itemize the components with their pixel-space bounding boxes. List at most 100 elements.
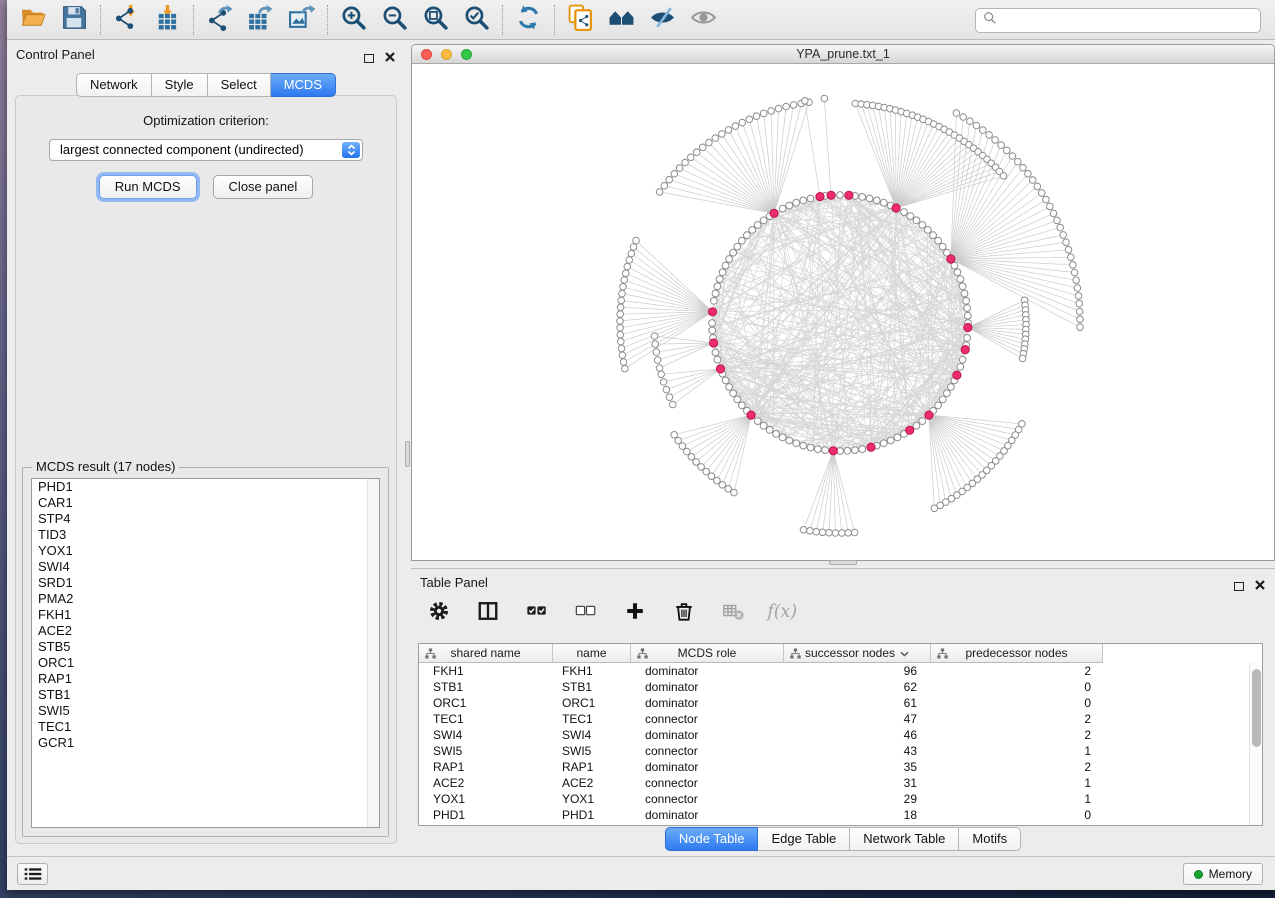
table-row[interactable]: SWI4SWI4dominator462: [419, 727, 1262, 743]
tab-style[interactable]: Style: [152, 73, 208, 97]
list-scrollbar[interactable]: [367, 479, 379, 827]
table-cell[interactable]: STB1: [419, 679, 553, 695]
table-row[interactable]: RAP1RAP1dominator352: [419, 759, 1262, 775]
clone-network-button[interactable]: [560, 3, 601, 37]
table-cell[interactable]: ACE2: [419, 775, 553, 791]
table-cell[interactable]: 46: [784, 727, 931, 743]
table-cell[interactable]: TEC1: [553, 711, 631, 727]
mcds-result-item[interactable]: STP4: [32, 511, 379, 527]
table-cell[interactable]: dominator: [631, 759, 784, 775]
tab-edge-table[interactable]: Edge Table: [758, 827, 850, 851]
table-cell[interactable]: connector: [631, 775, 784, 791]
settings-button[interactable]: [427, 601, 451, 625]
mcds-result-item[interactable]: PHD1: [32, 479, 379, 495]
network-window-titlebar[interactable]: YPA_prune.txt_1: [412, 45, 1274, 64]
deselect-all-button[interactable]: [574, 601, 598, 625]
table-cell[interactable]: YOX1: [553, 791, 631, 807]
open-folder-button[interactable]: [13, 3, 54, 37]
column-header-name[interactable]: name: [553, 644, 631, 663]
mcds-result-item[interactable]: YOX1: [32, 543, 379, 559]
table-cell[interactable]: 1: [931, 743, 1103, 759]
hide-graphics-details-button[interactable]: [642, 3, 683, 37]
table-cell[interactable]: 2: [931, 711, 1103, 727]
table-row[interactable]: TEC1TEC1connector472: [419, 711, 1262, 727]
table-cell[interactable]: 0: [931, 807, 1103, 823]
tab-motifs[interactable]: Motifs: [959, 827, 1021, 851]
horizontal-splitter[interactable]: [411, 561, 1275, 568]
table-cell[interactable]: connector: [631, 711, 784, 727]
zoom-selected-button[interactable]: [456, 3, 497, 37]
column-header-shared-name[interactable]: shared name: [419, 644, 553, 663]
column-header-successor-nodes[interactable]: successor nodes: [784, 644, 931, 663]
mcds-result-item[interactable]: FKH1: [32, 607, 379, 623]
table-cell[interactable]: PHD1: [553, 807, 631, 823]
find-button[interactable]: [601, 3, 642, 37]
export-table-button[interactable]: [240, 3, 281, 37]
close-panel-icon[interactable]: [1255, 577, 1265, 595]
zoom-out-button[interactable]: [374, 3, 415, 37]
table-cell[interactable]: 0: [931, 695, 1103, 711]
minimize-window-icon[interactable]: [441, 49, 452, 60]
mcds-result-item[interactable]: STB1: [32, 687, 379, 703]
table-cell[interactable]: PHD1: [419, 807, 553, 823]
table-row[interactable]: PHD1PHD1dominator180: [419, 807, 1262, 823]
run-mcds-button[interactable]: Run MCDS: [99, 175, 197, 199]
table-cell[interactable]: dominator: [631, 727, 784, 743]
table-cell[interactable]: 1: [931, 791, 1103, 807]
column-header-MCDS-role[interactable]: MCDS role: [631, 644, 784, 663]
mcds-result-item[interactable]: TEC1: [32, 719, 379, 735]
maximize-window-icon[interactable]: [461, 49, 472, 60]
table-cell[interactable]: 29: [784, 791, 931, 807]
close-panel-icon[interactable]: [385, 49, 395, 67]
table-cell[interactable]: FKH1: [553, 663, 631, 679]
table-cell[interactable]: 18: [784, 807, 931, 823]
mcds-result-item[interactable]: CAR1: [32, 495, 379, 511]
table-row[interactable]: FKH1FKH1dominator962: [419, 663, 1262, 679]
table-cell[interactable]: ORC1: [553, 695, 631, 711]
table-cell[interactable]: 0: [931, 679, 1103, 695]
zoom-fit-button[interactable]: [415, 3, 456, 37]
mcds-result-item[interactable]: RAP1: [32, 671, 379, 687]
delete-row-button[interactable]: [672, 601, 696, 625]
close-window-icon[interactable]: [421, 49, 432, 60]
show-columns-button[interactable]: [476, 601, 500, 625]
table-cell[interactable]: SWI4: [553, 727, 631, 743]
import-table-button[interactable]: [147, 3, 188, 37]
table-cell[interactable]: STB1: [553, 679, 631, 695]
network-canvas[interactable]: [412, 64, 1274, 560]
table-row[interactable]: YOX1YOX1connector291: [419, 791, 1262, 807]
mcds-result-item[interactable]: ACE2: [32, 623, 379, 639]
table-cell[interactable]: 2: [931, 759, 1103, 775]
table-row[interactable]: ORC1ORC1dominator610: [419, 695, 1262, 711]
task-history-button[interactable]: [17, 863, 48, 885]
table-scrollbar[interactable]: [1249, 663, 1262, 825]
table-cell[interactable]: connector: [631, 743, 784, 759]
table-cell[interactable]: 31: [784, 775, 931, 791]
mcds-result-item[interactable]: STB5: [32, 639, 379, 655]
splitter-handle[interactable]: [829, 560, 857, 565]
table-cell[interactable]: 61: [784, 695, 931, 711]
table-cell[interactable]: connector: [631, 791, 784, 807]
mcds-result-item[interactable]: GCR1: [32, 735, 379, 751]
table-cell[interactable]: 35: [784, 759, 931, 775]
table-cell[interactable]: SWI4: [419, 727, 553, 743]
table-cell[interactable]: dominator: [631, 679, 784, 695]
mcds-result-item[interactable]: ORC1: [32, 655, 379, 671]
table-row[interactable]: SWI5SWI5connector431: [419, 743, 1262, 759]
table-cell[interactable]: SWI5: [553, 743, 631, 759]
save-button[interactable]: [54, 3, 95, 37]
select-all-button[interactable]: [525, 601, 549, 625]
close-panel-button[interactable]: Close panel: [213, 175, 314, 199]
mcds-result-item[interactable]: SWI4: [32, 559, 379, 575]
table-row[interactable]: ACE2ACE2connector311: [419, 775, 1262, 791]
mcds-result-item[interactable]: PMA2: [32, 591, 379, 607]
table-cell[interactable]: RAP1: [419, 759, 553, 775]
table-cell[interactable]: 2: [931, 663, 1103, 679]
tab-select[interactable]: Select: [208, 73, 271, 97]
add-row-button[interactable]: [623, 601, 647, 625]
mcds-result-item[interactable]: TID3: [32, 527, 379, 543]
table-cell[interactable]: YOX1: [419, 791, 553, 807]
splitter-handle[interactable]: [405, 441, 410, 467]
zoom-in-button[interactable]: [333, 3, 374, 37]
scrollbar-thumb[interactable]: [1252, 669, 1261, 747]
